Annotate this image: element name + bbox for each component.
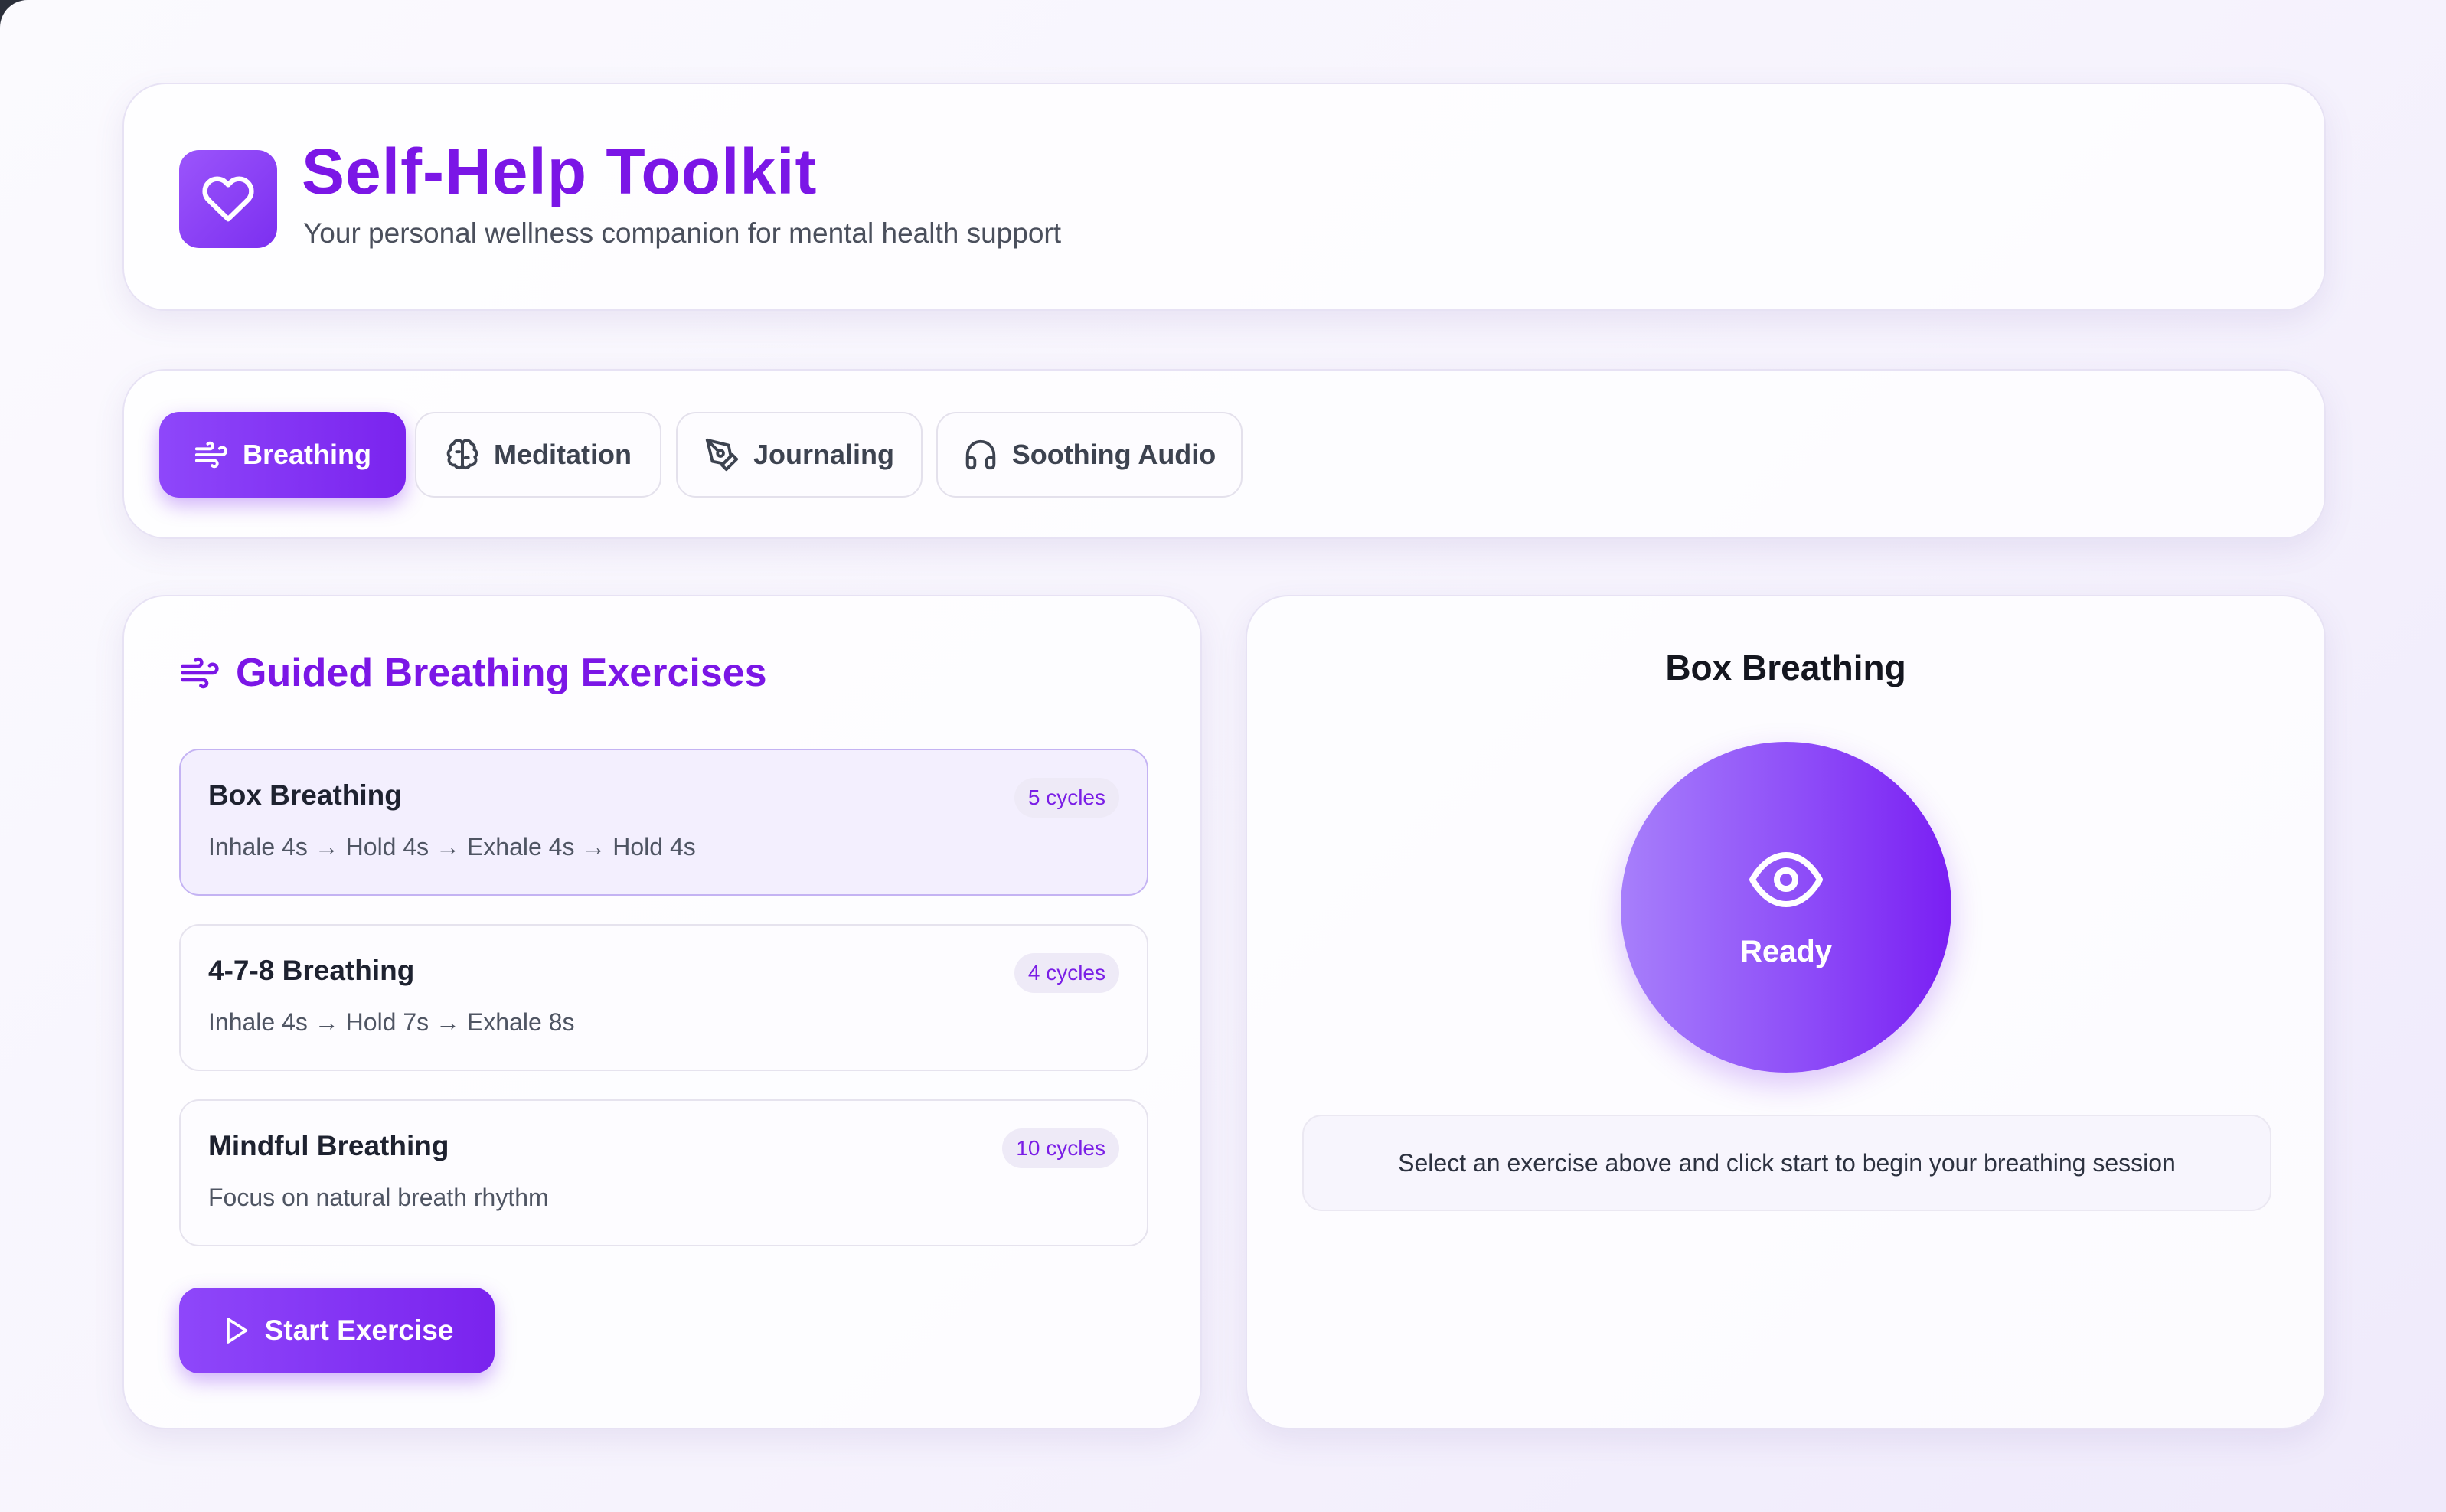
breathing-orb: Ready [1621,742,1951,1073]
eye-icon [1749,852,1823,907]
heart-icon [202,176,254,222]
header-card: Self-Help Toolkit Your personal wellness… [122,83,2326,311]
tab-soothing-audio-label: Soothing Audio [1011,439,1216,470]
exercise-name: 4-7-8 Breathing [208,955,415,986]
cycles-badge: 4 cycles [1014,953,1119,993]
page-subtitle: Your personal wellness companion for men… [303,217,1062,249]
app-window: Self-Help Toolkit Your personal wellness… [0,0,2446,1512]
exercise-name: Box Breathing [208,779,402,811]
exercise-description: Focus on natural breath rhythm [208,1184,549,1211]
tab-bar: Breathing Meditation Journaling Soothing… [122,369,2326,539]
tab-breathing[interactable]: Breathing [159,412,406,498]
tab-journaling-label: Journaling [753,439,894,470]
exercises-panel-heading: Guided Breathing Exercises [179,650,767,696]
brain-icon [446,439,478,470]
wind-icon [181,657,219,689]
session-status: Ready [1739,935,1833,968]
page-title: Self-Help Toolkit [302,136,818,207]
wind-icon [194,441,227,469]
tab-breathing-label: Breathing [242,439,371,470]
tab-soothing-audio[interactable]: Soothing Audio [936,412,1243,498]
exercise-box-breathing[interactable]: Box Breathing Inhale 4s → Hold 4s → Exha… [179,749,1148,896]
tab-meditation-label: Meditation [494,439,632,470]
exercise-description: Inhale 4s → Hold 7s → Exhale 8s [208,1008,575,1036]
session-panel: Box Breathing Ready Select an exercise a… [1246,595,2326,1429]
exercise-mindful-breathing[interactable]: Mindful Breathing Focus on natural breat… [179,1099,1148,1246]
headphones-icon [965,439,995,470]
session-title: Box Breathing [1665,648,1906,687]
exercise-name: Mindful Breathing [208,1130,449,1161]
exercises-panel: Guided Breathing Exercises Box Breathing… [122,595,1202,1429]
session-instruction: Select an exercise above and click start… [1302,1115,2271,1211]
start-exercise-button[interactable]: Start Exercise [179,1288,495,1373]
exercise-description: Inhale 4s → Hold 4s → Exhale 4s → Hold 4… [208,833,696,861]
exercises-panel-title: Guided Breathing Exercises [236,651,767,695]
app-logo [179,150,277,248]
start-exercise-label: Start Exercise [264,1314,454,1346]
cycles-badge: 5 cycles [1014,778,1119,818]
tab-meditation[interactable]: Meditation [415,412,661,498]
cycles-badge: 10 cycles [1002,1128,1119,1168]
play-icon [226,1318,247,1344]
tab-journaling[interactable]: Journaling [676,412,923,498]
exercise-4-7-8-breathing[interactable]: 4-7-8 Breathing Inhale 4s → Hold 7s → Ex… [179,924,1148,1071]
pen-tool-icon [705,438,739,472]
